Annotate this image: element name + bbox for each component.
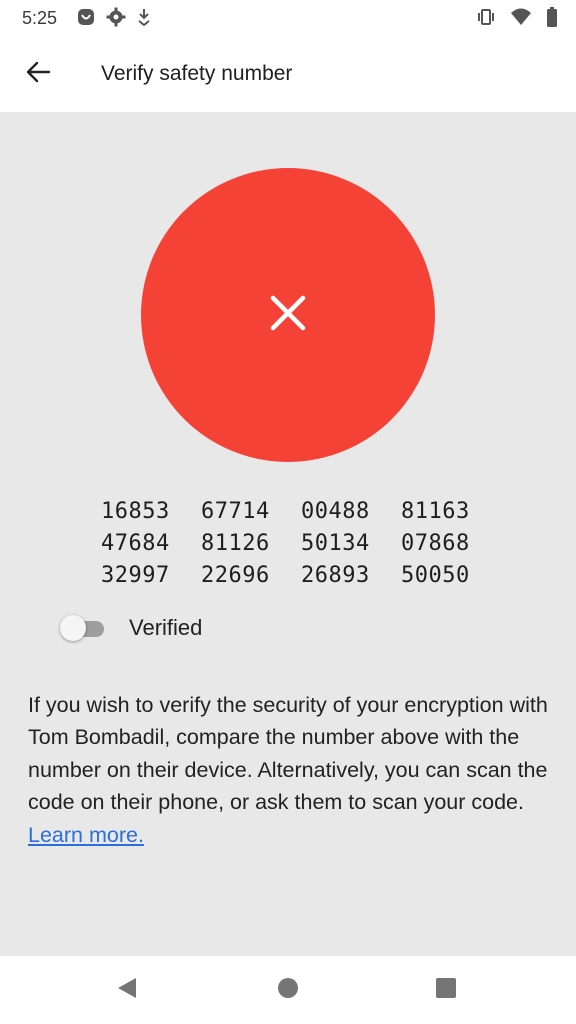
safety-number-chunk: 81163: [401, 499, 470, 524]
description-text: If you wish to verify the security of yo…: [28, 692, 548, 815]
status-left-icons: [76, 7, 152, 27]
safety-number-chunk: 07868: [401, 531, 470, 556]
safety-number-chunk: 26893: [301, 563, 370, 588]
arrow-left-icon: [24, 58, 52, 91]
safety-number-chunk: 50134: [301, 531, 370, 556]
safety-number-chunk: 81126: [201, 531, 270, 556]
download-icon: [136, 7, 152, 27]
safety-number-chunk: 32997: [101, 563, 170, 588]
nav-back-button[interactable]: [109, 972, 145, 1008]
learn-more-link[interactable]: Learn more.: [28, 823, 144, 847]
close-icon: [269, 294, 307, 337]
app-notification-icon: [76, 7, 96, 27]
status-time: 5:25: [22, 8, 58, 28]
safety-number-chunk: 00488: [301, 499, 370, 524]
safety-number-chunk: 16853: [101, 499, 170, 524]
safety-number-chunk: 22696: [201, 563, 270, 588]
battery-icon: [546, 7, 558, 27]
system-nav-bar: [0, 956, 576, 1024]
page-title: Verify safety number: [101, 62, 293, 85]
nav-home-button[interactable]: [270, 972, 306, 1008]
status-bar: 5:25: [0, 0, 576, 36]
vibrate-icon: [476, 7, 496, 27]
verification-description: If you wish to verify the security of yo…: [28, 689, 550, 852]
recents-square-icon: [435, 977, 457, 1004]
gear-icon: [106, 7, 126, 27]
verified-row: Verified: [60, 612, 202, 644]
safety-number-chunk: 50050: [401, 563, 470, 588]
wifi-icon: [510, 7, 532, 27]
verified-toggle[interactable]: [60, 612, 106, 644]
nav-recents-button[interactable]: [428, 972, 464, 1008]
safety-number-chunk: 47684: [101, 531, 170, 556]
verified-label: Verified: [129, 615, 203, 640]
home-circle-icon: [277, 977, 299, 1004]
safety-number-grid: 16853 67714 00488 81163 47684 81126 5013…: [101, 498, 501, 590]
app-bar: Verify safety number: [0, 36, 576, 112]
verification-status-circle[interactable]: [141, 168, 435, 462]
back-triangle-icon: [116, 976, 138, 1005]
toggle-thumb: [60, 615, 86, 641]
safety-number-chunk: 67714: [201, 499, 270, 524]
verify-content: 16853 67714 00488 81163 47684 81126 5013…: [0, 112, 576, 956]
back-button[interactable]: [14, 50, 62, 98]
status-right-icons: [476, 7, 558, 27]
